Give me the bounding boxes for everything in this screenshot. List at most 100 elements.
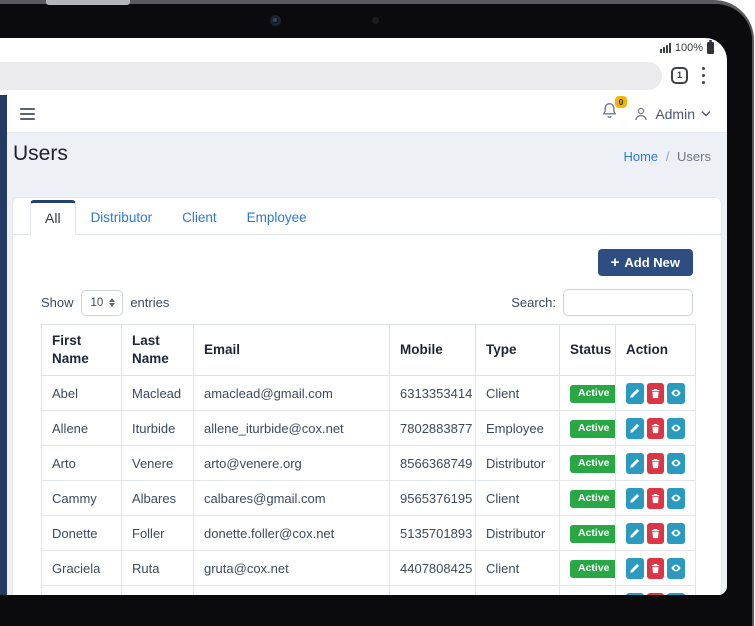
view-button[interactable] bbox=[667, 488, 685, 509]
users-card: All Distributor Client Employee + Add Ne… bbox=[12, 197, 722, 595]
browser-tab-counter-button[interactable]: 1 bbox=[671, 67, 688, 84]
column-header-first-name[interactable]: First Name bbox=[42, 325, 122, 376]
screenshot-stage: 100% 1 0 bbox=[0, 0, 755, 626]
edit-button[interactable] bbox=[626, 558, 644, 579]
tab-distributor[interactable]: Distributor bbox=[76, 201, 168, 234]
page-size-select[interactable]: 10 bbox=[81, 290, 124, 316]
cell-mobile: 4407808425 bbox=[390, 551, 476, 586]
ambient-sensor-icon bbox=[372, 17, 379, 24]
delete-button[interactable] bbox=[647, 488, 665, 509]
eye-icon bbox=[670, 387, 682, 399]
column-header-status[interactable]: Status bbox=[560, 325, 616, 376]
cell-type bbox=[476, 586, 560, 595]
pencil-icon bbox=[629, 423, 640, 434]
tab-all[interactable]: All bbox=[30, 200, 76, 235]
table-row: Abel Maclead amaclead@gmail.com 63133534… bbox=[42, 376, 696, 411]
user-menu-button[interactable]: Admin bbox=[633, 106, 711, 122]
column-header-last-name[interactable]: Last Name bbox=[122, 325, 194, 376]
edit-button[interactable] bbox=[626, 593, 644, 595]
table-row: Cammy Albares calbares@gmail.com 9565376… bbox=[42, 481, 696, 516]
view-button[interactable] bbox=[667, 383, 685, 404]
cell-last-name: Ruta bbox=[122, 551, 194, 586]
eye-icon bbox=[670, 492, 682, 504]
delete-button[interactable] bbox=[647, 383, 665, 404]
delete-button[interactable] bbox=[647, 558, 665, 579]
cell-last-name: Venere bbox=[122, 446, 194, 481]
column-header-type[interactable]: Type bbox=[476, 325, 560, 376]
delete-button[interactable] bbox=[647, 418, 665, 439]
status-badge: Active bbox=[570, 560, 616, 578]
column-header-action[interactable]: Action bbox=[616, 325, 696, 376]
delete-button[interactable] bbox=[647, 593, 665, 595]
app-header: 0 Admin bbox=[7, 95, 727, 133]
cell-email: calbares@gmail.com bbox=[194, 481, 390, 516]
cell-last-name bbox=[122, 586, 194, 595]
cell-mobile: 7802883877 bbox=[390, 411, 476, 446]
front-camera-icon bbox=[270, 15, 281, 26]
cell-first-name: Cammy bbox=[42, 481, 122, 516]
cell-action bbox=[616, 446, 696, 481]
entries-label: entries bbox=[130, 295, 169, 310]
edit-button[interactable] bbox=[626, 453, 644, 474]
show-label: Show bbox=[41, 295, 74, 310]
cell-type: Distributor bbox=[476, 446, 560, 481]
cell-last-name: Maclead bbox=[122, 376, 194, 411]
delete-button[interactable] bbox=[647, 453, 665, 474]
eye-icon bbox=[670, 457, 682, 469]
sidebar-collapsed-strip[interactable] bbox=[0, 95, 7, 595]
table-row: Active bbox=[42, 586, 696, 595]
cell-email: arto@venere.org bbox=[194, 446, 390, 481]
trash-icon bbox=[650, 458, 661, 469]
edit-button[interactable] bbox=[626, 523, 644, 544]
status-badge: Active bbox=[570, 455, 616, 473]
column-header-email[interactable]: Email bbox=[194, 325, 390, 376]
plus-icon: + bbox=[611, 254, 620, 271]
pencil-icon bbox=[629, 493, 640, 504]
cell-first-name: Abel bbox=[42, 376, 122, 411]
browser-menu-button[interactable] bbox=[701, 67, 705, 84]
view-button[interactable] bbox=[667, 593, 685, 595]
add-new-button[interactable]: + Add New bbox=[598, 249, 693, 276]
edit-button[interactable] bbox=[626, 418, 644, 439]
user-icon bbox=[633, 106, 649, 122]
cell-status: Active bbox=[560, 481, 616, 516]
pencil-icon bbox=[629, 458, 640, 469]
search-input[interactable] bbox=[563, 289, 693, 316]
cell-first-name: Arto bbox=[42, 446, 122, 481]
chevron-down-icon bbox=[701, 110, 711, 117]
cell-last-name: Albares bbox=[122, 481, 194, 516]
cell-type: Client bbox=[476, 376, 560, 411]
tab-client[interactable]: Client bbox=[167, 201, 232, 234]
page-size-value: 10 bbox=[91, 297, 104, 309]
breadcrumb-home-link[interactable]: Home bbox=[623, 149, 658, 164]
tablet-side-button bbox=[46, 0, 130, 5]
view-button[interactable] bbox=[667, 453, 685, 474]
view-button[interactable] bbox=[667, 558, 685, 579]
cell-email: allene_iturbide@cox.net bbox=[194, 411, 390, 446]
edit-button[interactable] bbox=[626, 383, 644, 404]
cell-first-name: Allene bbox=[42, 411, 122, 446]
delete-button[interactable] bbox=[647, 523, 665, 544]
view-button[interactable] bbox=[667, 523, 685, 544]
cell-email: gruta@cox.net bbox=[194, 551, 390, 586]
cell-mobile: 6313353414 bbox=[390, 376, 476, 411]
eye-icon bbox=[670, 422, 682, 434]
cell-action bbox=[616, 411, 696, 446]
edit-button[interactable] bbox=[626, 488, 644, 509]
pencil-icon bbox=[629, 388, 640, 399]
column-header-mobile[interactable]: Mobile bbox=[390, 325, 476, 376]
notifications-button[interactable]: 0 bbox=[601, 102, 618, 125]
hamburger-menu-button[interactable] bbox=[20, 108, 35, 120]
status-badge: Active bbox=[570, 490, 616, 508]
table-row: Arto Venere arto@venere.org 8566368749 D… bbox=[42, 446, 696, 481]
pencil-icon bbox=[629, 528, 640, 539]
breadcrumb: Home / Users bbox=[623, 149, 711, 164]
view-button[interactable] bbox=[667, 418, 685, 439]
browser-address-bar[interactable] bbox=[0, 62, 662, 90]
cell-email: amaclead@gmail.com bbox=[194, 376, 390, 411]
status-badge: Active bbox=[570, 525, 616, 543]
status-badge: Active bbox=[570, 420, 616, 438]
tab-employee[interactable]: Employee bbox=[232, 201, 322, 234]
cell-action bbox=[616, 481, 696, 516]
table-row: Donette Foller donette.foller@cox.net 51… bbox=[42, 516, 696, 551]
